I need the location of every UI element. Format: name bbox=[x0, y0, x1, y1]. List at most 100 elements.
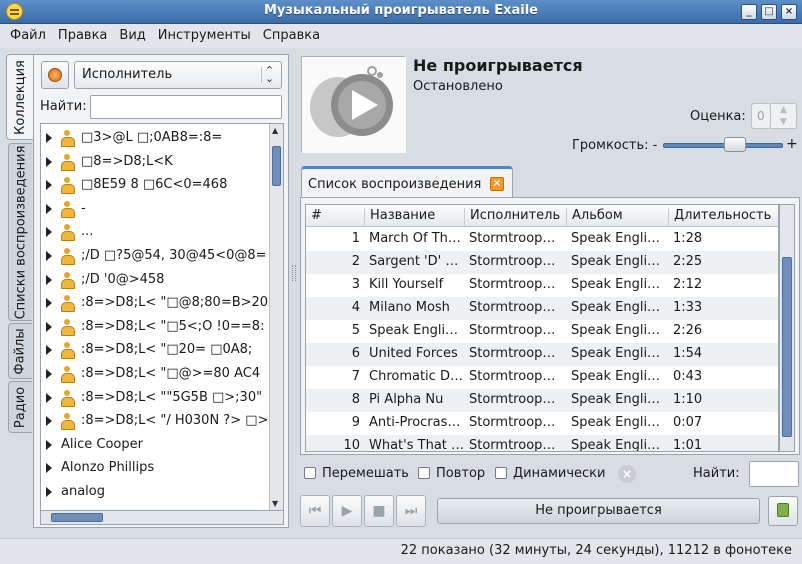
hscroll-thumb[interactable] bbox=[51, 513, 103, 522]
collection-hscrollbar[interactable] bbox=[40, 511, 284, 525]
collection-scrollbar[interactable]: ▲ ▼ bbox=[269, 124, 283, 510]
stop-button[interactable]: ■ bbox=[364, 495, 394, 527]
expander-icon[interactable] bbox=[46, 487, 52, 497]
playlist-row[interactable]: 2 Sargent 'D' … Stormtroop… Speak Engli… 2:2… bbox=[306, 251, 778, 274]
playlist-row[interactable]: 8 Pi Alpha Nu Stormtroop… Speak Engli… 1:10 bbox=[306, 389, 778, 412]
expander-icon[interactable] bbox=[46, 156, 52, 167]
collection-tree[interactable]: □3>@L □;0AB8=:8= □8=>D8;L<K □8E59 8 □6C<0=… bbox=[40, 123, 284, 511]
collection-tree-item[interactable]: :8=>D8;L< "□@>=80 AC4 bbox=[41, 363, 269, 387]
col-artist[interactable]: Исполнитель bbox=[464, 208, 566, 226]
collection-tree-item[interactable]: :8=>D8;L< "□5<;O !0==8: bbox=[41, 316, 269, 340]
expander-icon[interactable] bbox=[46, 133, 52, 143]
playback-status-button[interactable]: Не проигрывается bbox=[437, 498, 760, 524]
rating-spin-arrows[interactable]: ▲ ▼ bbox=[771, 103, 797, 129]
collection-tree-item[interactable]: - bbox=[41, 198, 269, 222]
menu-help[interactable]: Справка bbox=[257, 24, 326, 43]
pane-resize-handle[interactable] bbox=[292, 265, 296, 281]
tab-collection[interactable]: Коллекция bbox=[6, 54, 34, 140]
expander-icon[interactable] bbox=[46, 251, 52, 261]
previous-button[interactable]: ⏮ bbox=[300, 495, 330, 527]
dynamic-checkbox[interactable] bbox=[495, 467, 507, 479]
menu-tools[interactable]: Инструменты bbox=[152, 24, 257, 43]
expander-icon[interactable] bbox=[46, 321, 52, 332]
play-button[interactable]: ▶ bbox=[332, 495, 362, 527]
playlist-cell-length: 0:07 bbox=[673, 415, 703, 430]
side-panel-button[interactable] bbox=[768, 496, 798, 526]
playlist-scrollbar[interactable] bbox=[779, 204, 795, 452]
collection-tree-item[interactable]: :8=>D8;L< ""5G5B □>;30" bbox=[41, 387, 269, 411]
expander-icon[interactable] bbox=[46, 416, 52, 427]
col-number[interactable]: # bbox=[306, 208, 364, 226]
playlist-search-input[interactable] bbox=[749, 461, 799, 487]
playlist-row[interactable]: 4 Milano Mosh Stormtroop… Speak Engli… 1:33 bbox=[306, 297, 778, 320]
tab-files-label: Файлы bbox=[13, 327, 28, 375]
collection-tree-item[interactable]: □8E59 8 □6C<0=468 bbox=[41, 174, 269, 198]
menu-file[interactable]: Файл bbox=[0, 24, 52, 43]
scroll-down-icon[interactable]: ▼ bbox=[272, 499, 278, 508]
collection-tree-item[interactable]: ;/D □?5@54, 30@45<0@8= bbox=[41, 245, 269, 269]
playlist-row[interactable]: 1 March Of Th… Stormtroop… Speak Engli… 1:28 bbox=[306, 228, 778, 251]
tab-files[interactable]: Файлы bbox=[8, 323, 32, 379]
scroll-thumb[interactable] bbox=[272, 146, 281, 186]
col-album[interactable]: Альбом bbox=[566, 208, 668, 226]
collection-tree-item[interactable]: ... bbox=[41, 221, 269, 245]
refresh-collection-button[interactable] bbox=[41, 61, 69, 89]
collection-tree-item[interactable]: analog bbox=[41, 481, 269, 505]
playlist-row[interactable]: 9 Anti-Procras… Stormtroop… Speak Engli… 0:0… bbox=[306, 412, 778, 435]
volume-slider[interactable] bbox=[663, 143, 783, 148]
tab-playlists[interactable]: Списки воспроизведения bbox=[8, 143, 32, 321]
expander-icon[interactable] bbox=[46, 274, 52, 285]
close-button[interactable]: × bbox=[781, 4, 797, 20]
collection-tree-item[interactable]: :8=>D8;L< "□@8;80=B>20 bbox=[41, 292, 269, 316]
expander-icon[interactable] bbox=[46, 439, 52, 450]
clear-icon[interactable]: × bbox=[618, 465, 636, 483]
collection-tree-item[interactable]: :8=>D8;L< "/ H030N ?> □> bbox=[41, 410, 269, 434]
playlist-row[interactable]: 5 Speak Engli… Stormtroop… Speak Engli… 2:26 bbox=[306, 320, 778, 343]
volume-slider-thumb[interactable] bbox=[724, 137, 746, 152]
playlist-row[interactable]: 3 Kill Yourself Stormtroop… Speak Engli… 2:1… bbox=[306, 274, 778, 297]
next-button[interactable]: ⏭ bbox=[396, 495, 426, 527]
col-title[interactable]: Название bbox=[364, 208, 464, 226]
collection-search-input[interactable] bbox=[90, 95, 282, 119]
playlist-row[interactable]: 10 What's That … Stormtroop… Speak Engli… 1:… bbox=[306, 435, 778, 451]
playlist-cell-artist: Stormtroop… bbox=[469, 254, 556, 269]
col-length[interactable]: Длительность bbox=[668, 208, 778, 226]
shuffle-checkbox[interactable] bbox=[304, 467, 316, 479]
playlist-cell-title: Speak Engli… bbox=[369, 323, 459, 338]
expander-icon[interactable] bbox=[46, 180, 52, 191]
expander-icon[interactable] bbox=[46, 227, 52, 238]
view-by-combo[interactable]: Исполнитель ⌃ ⌄ bbox=[74, 61, 282, 89]
playlist-cell-num: 7 bbox=[351, 369, 360, 384]
collection-tree-item[interactable]: Alice Cooper bbox=[41, 434, 269, 458]
expander-icon[interactable] bbox=[46, 463, 52, 474]
minimize-button[interactable]: _ bbox=[741, 4, 757, 20]
rating-spinbox[interactable]: 0 bbox=[751, 103, 771, 129]
playlist-table[interactable]: # Название Исполнитель Альбом Длительнос… bbox=[305, 204, 779, 452]
collection-tree-item[interactable]: Alonzo Phillips bbox=[41, 457, 269, 481]
expander-icon[interactable] bbox=[46, 345, 52, 356]
maximize-button[interactable]: □ bbox=[761, 4, 777, 20]
expander-icon[interactable] bbox=[46, 298, 52, 309]
collection-tree-item[interactable]: □3>@L □;0AB8=:8= bbox=[41, 127, 269, 151]
tab-radio[interactable]: Радио bbox=[8, 381, 32, 433]
expander-icon[interactable] bbox=[46, 203, 52, 214]
playlist-row[interactable]: 7 Chromatic D… Stormtroop… Speak Engli… 0:43 bbox=[306, 366, 778, 389]
menu-edit[interactable]: Правка bbox=[52, 24, 113, 43]
expander-icon[interactable] bbox=[46, 392, 52, 403]
collection-tree-item[interactable]: □8=>D8;L<K bbox=[41, 151, 269, 175]
close-tab-icon[interactable]: × bbox=[490, 177, 504, 191]
playlist-cell-num: 2 bbox=[351, 254, 360, 269]
scroll-up-icon[interactable]: ▲ bbox=[272, 126, 278, 135]
collection-find-label: Найти: bbox=[40, 99, 87, 114]
playlist-cell-artist: Stormtroop… bbox=[469, 369, 556, 384]
tab-playlist[interactable]: Список воспроизведения × bbox=[301, 166, 513, 198]
collection-tree-item[interactable]: ;/D '0@>458 bbox=[41, 269, 269, 293]
plugin-icon bbox=[777, 503, 789, 517]
status-bar: 22 показано (32 минуты, 24 секунды), 112… bbox=[0, 538, 802, 564]
playlist-scroll-thumb[interactable] bbox=[782, 257, 792, 437]
playlist-row[interactable]: 6 United Forces Stormtroop… Speak Engli… 1:5… bbox=[306, 343, 778, 366]
collection-tree-item[interactable]: :8=>D8;L< "□20= □0A8; bbox=[41, 339, 269, 363]
menu-view[interactable]: Вид bbox=[113, 24, 151, 43]
expander-icon[interactable] bbox=[46, 369, 52, 379]
repeat-checkbox[interactable] bbox=[418, 467, 430, 479]
